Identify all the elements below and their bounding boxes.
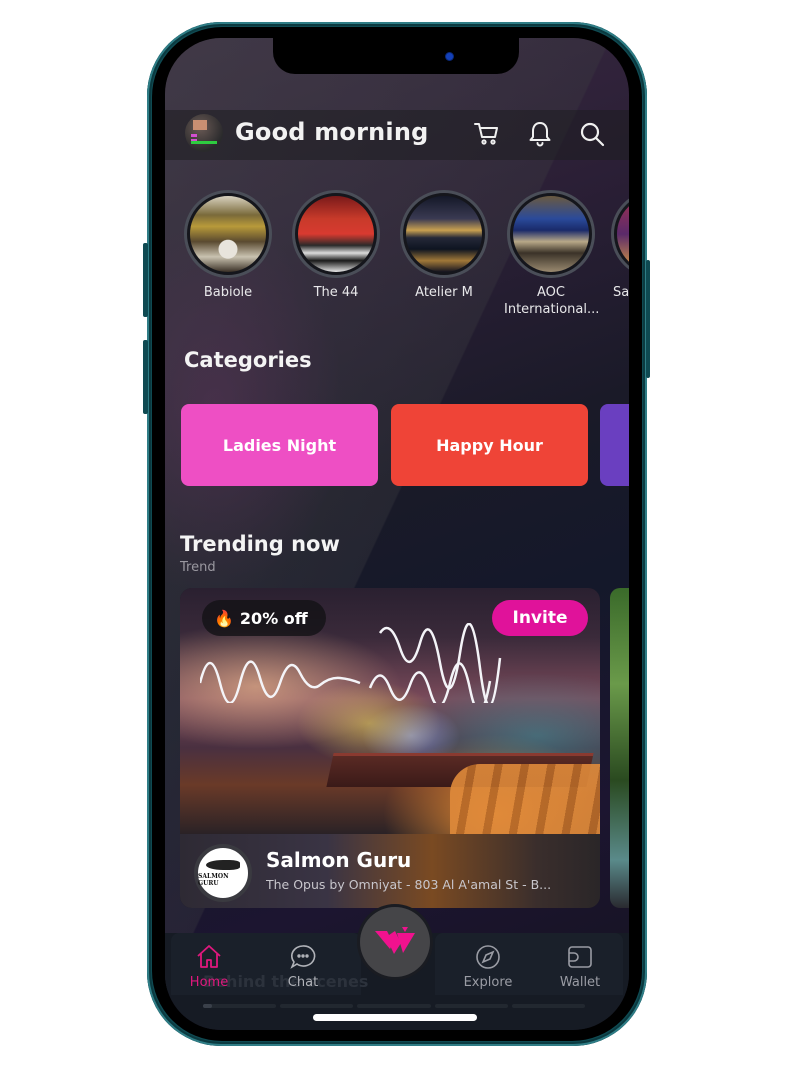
home-indicator[interactable]	[313, 1014, 477, 1021]
next-trending-card[interactable]	[610, 588, 629, 908]
fish-icon	[206, 859, 240, 870]
fire-icon: 🔥	[214, 608, 234, 628]
venue-thumbnail	[190, 196, 266, 272]
trending-venue-card[interactable]: 🔥 20% off Invite SALMON GURU Salmon Guru…	[180, 588, 600, 908]
progress-segment	[280, 1004, 354, 1008]
volume-down-button	[143, 340, 148, 414]
nav-explore[interactable]: Explore	[450, 943, 526, 990]
story-label: Atelier M	[415, 285, 473, 300]
category-ladies-night[interactable]: Ladies Night	[181, 404, 378, 486]
logo-text: SALMON GURU	[198, 872, 229, 887]
power-button	[646, 260, 650, 378]
wallet-icon	[568, 946, 592, 968]
bell-icon[interactable]	[526, 120, 554, 148]
story-item[interactable]: AOC International...	[504, 190, 600, 318]
center-logo-button[interactable]	[360, 907, 430, 977]
progress-segment	[434, 1004, 508, 1008]
categories-heading: Categories	[184, 348, 312, 372]
phone-notch	[273, 27, 519, 74]
category-label: Ladies Night	[222, 435, 337, 455]
category-happy-hour[interactable]: Happy Hour	[391, 404, 588, 486]
home-icon	[197, 945, 221, 968]
story-item[interactable]: Babiole	[181, 190, 275, 301]
venue-thumbnail	[617, 196, 629, 272]
nav-label: Explore	[463, 975, 513, 990]
trending-subtitle: Trend	[180, 560, 216, 575]
trending-heading: Trending now	[180, 532, 340, 556]
nav-home[interactable]: Home	[171, 943, 247, 990]
nav-label: Home	[189, 975, 229, 990]
front-camera	[446, 53, 453, 60]
venue-thumbnail	[513, 196, 589, 272]
story-label: Sa	[613, 285, 629, 300]
venue-name: Salmon Guru	[266, 848, 412, 872]
nav-chat[interactable]: Chat	[265, 943, 341, 990]
venue-thumbnail	[406, 196, 482, 272]
invite-button[interactable]: Invite	[492, 600, 588, 636]
story-progress	[203, 1004, 586, 1008]
venue-logo: SALMON GURU	[194, 844, 252, 902]
nav-wallet[interactable]: Wallet	[542, 943, 618, 990]
category-label: Happy Hour	[436, 435, 543, 455]
nav-label: Chat	[287, 975, 319, 990]
w-logo-icon	[375, 927, 415, 954]
avatar[interactable]	[185, 114, 223, 152]
story-label: AOC International...	[504, 285, 600, 317]
search-icon[interactable]	[578, 120, 606, 148]
progress-segment	[511, 1004, 586, 1008]
venue-info-bar: SALMON GURU Salmon Guru The Opus by Omni…	[180, 834, 600, 908]
chat-icon	[290, 945, 316, 969]
greeting-text: Good morning	[235, 118, 429, 146]
story-item[interactable]: Atelier M	[397, 190, 491, 301]
discount-badge: 🔥 20% off	[202, 600, 326, 636]
app-screen: Good morning Babiole The 44 Atelier M AO…	[165, 38, 629, 1030]
story-item[interactable]: The 44	[289, 190, 383, 301]
story-label: Babiole	[203, 285, 253, 300]
cart-icon[interactable]	[473, 120, 501, 148]
volume-up-button	[143, 243, 148, 317]
category-card-partial[interactable]	[600, 404, 629, 486]
story-item[interactable]: Sa	[611, 190, 629, 301]
venue-address: The Opus by Omniyat - 803 Al A'amal St -…	[266, 877, 552, 892]
nav-label: Wallet	[559, 975, 601, 990]
story-label: The 44	[313, 285, 359, 300]
compass-icon	[476, 945, 500, 969]
progress-segment	[357, 1004, 431, 1008]
discount-text: 20% off	[239, 608, 308, 628]
venue-thumbnail	[298, 196, 374, 272]
progress-segment	[203, 1004, 277, 1008]
